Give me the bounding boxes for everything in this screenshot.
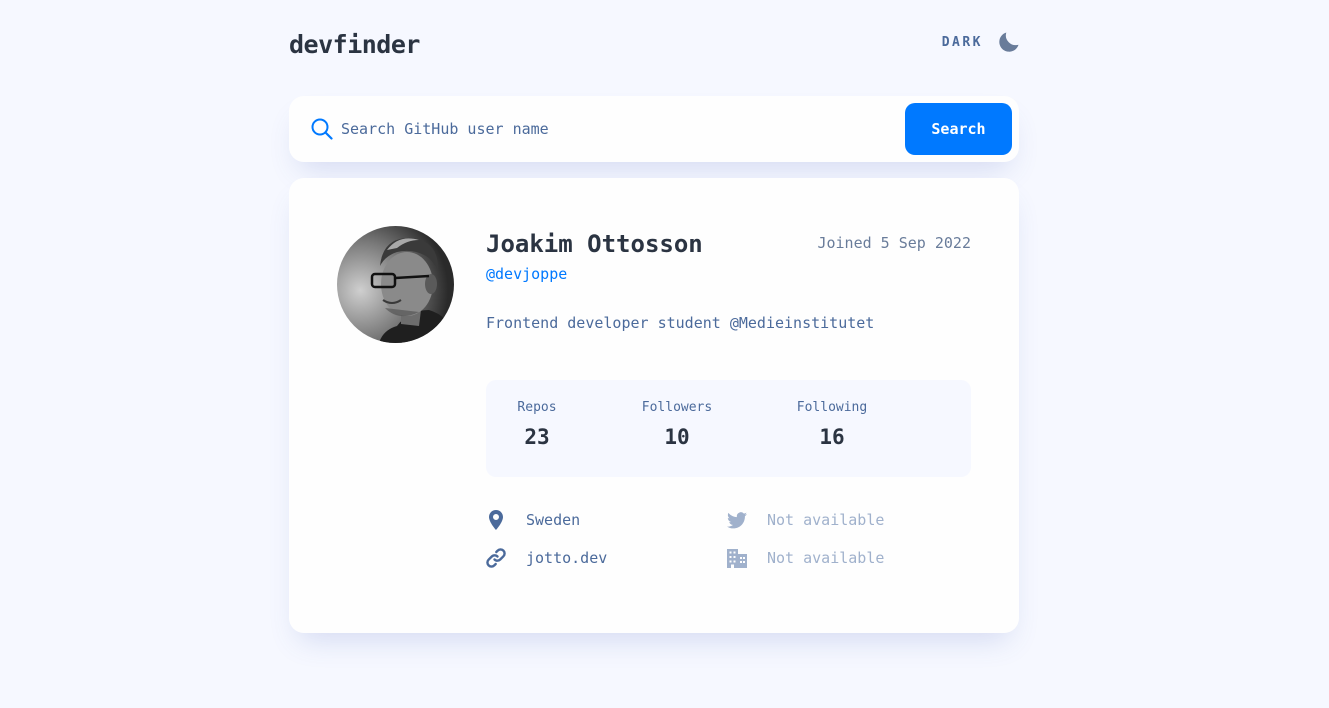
search-button[interactable]: Search	[905, 103, 1012, 155]
logo[interactable]: devfinder	[289, 30, 420, 59]
stats-panel: Repos 23 Followers 10 Following 16	[486, 380, 971, 477]
profile-name: Joakim Ottosson	[486, 230, 703, 258]
twitter-item: Not available	[727, 510, 884, 530]
stat-repos: Repos 23	[517, 400, 557, 449]
stat-followers-value: 10	[664, 425, 690, 449]
location-item: Sweden	[486, 510, 580, 530]
stat-repos-label: Repos	[517, 400, 557, 415]
search-input[interactable]	[341, 114, 881, 144]
avatar	[337, 226, 454, 343]
moon-icon[interactable]	[999, 32, 1019, 52]
theme-toggle-label[interactable]: DARK	[942, 35, 983, 50]
website-item: jotto.dev	[486, 548, 607, 568]
profile-username-link[interactable]: @devjoppe	[486, 265, 567, 283]
stat-followers-label: Followers	[641, 400, 713, 415]
avatar-image	[337, 226, 454, 343]
location-text: Sweden	[526, 511, 581, 529]
search-icon	[311, 118, 333, 140]
joined-date: Joined 5 Sep 2022	[817, 234, 971, 252]
profile-card: Joakim Ottosson Joined 5 Sep 2022 @devjo…	[289, 178, 1019, 633]
stat-repos-value: 23	[524, 425, 550, 449]
header: devfinder DARK	[289, 30, 1019, 62]
profile-bio: Frontend developer student @Medieinstitu…	[486, 314, 875, 332]
stat-following: Following 16	[796, 400, 868, 449]
website-link[interactable]: jotto.dev	[526, 549, 607, 567]
stat-following-label: Following	[796, 400, 868, 415]
twitter-icon	[727, 511, 747, 528]
company-text: Not available	[767, 549, 885, 567]
company-item: Not available	[727, 548, 884, 568]
building-icon	[727, 549, 747, 568]
location-pin-icon	[489, 510, 503, 530]
stat-followers: Followers 10	[641, 400, 713, 449]
stat-following-value: 16	[819, 425, 845, 449]
twitter-text: Not available	[767, 511, 885, 529]
theme-toggle[interactable]: DARK	[942, 32, 1019, 52]
link-icon	[486, 548, 506, 568]
search-bar: Search	[289, 96, 1019, 162]
